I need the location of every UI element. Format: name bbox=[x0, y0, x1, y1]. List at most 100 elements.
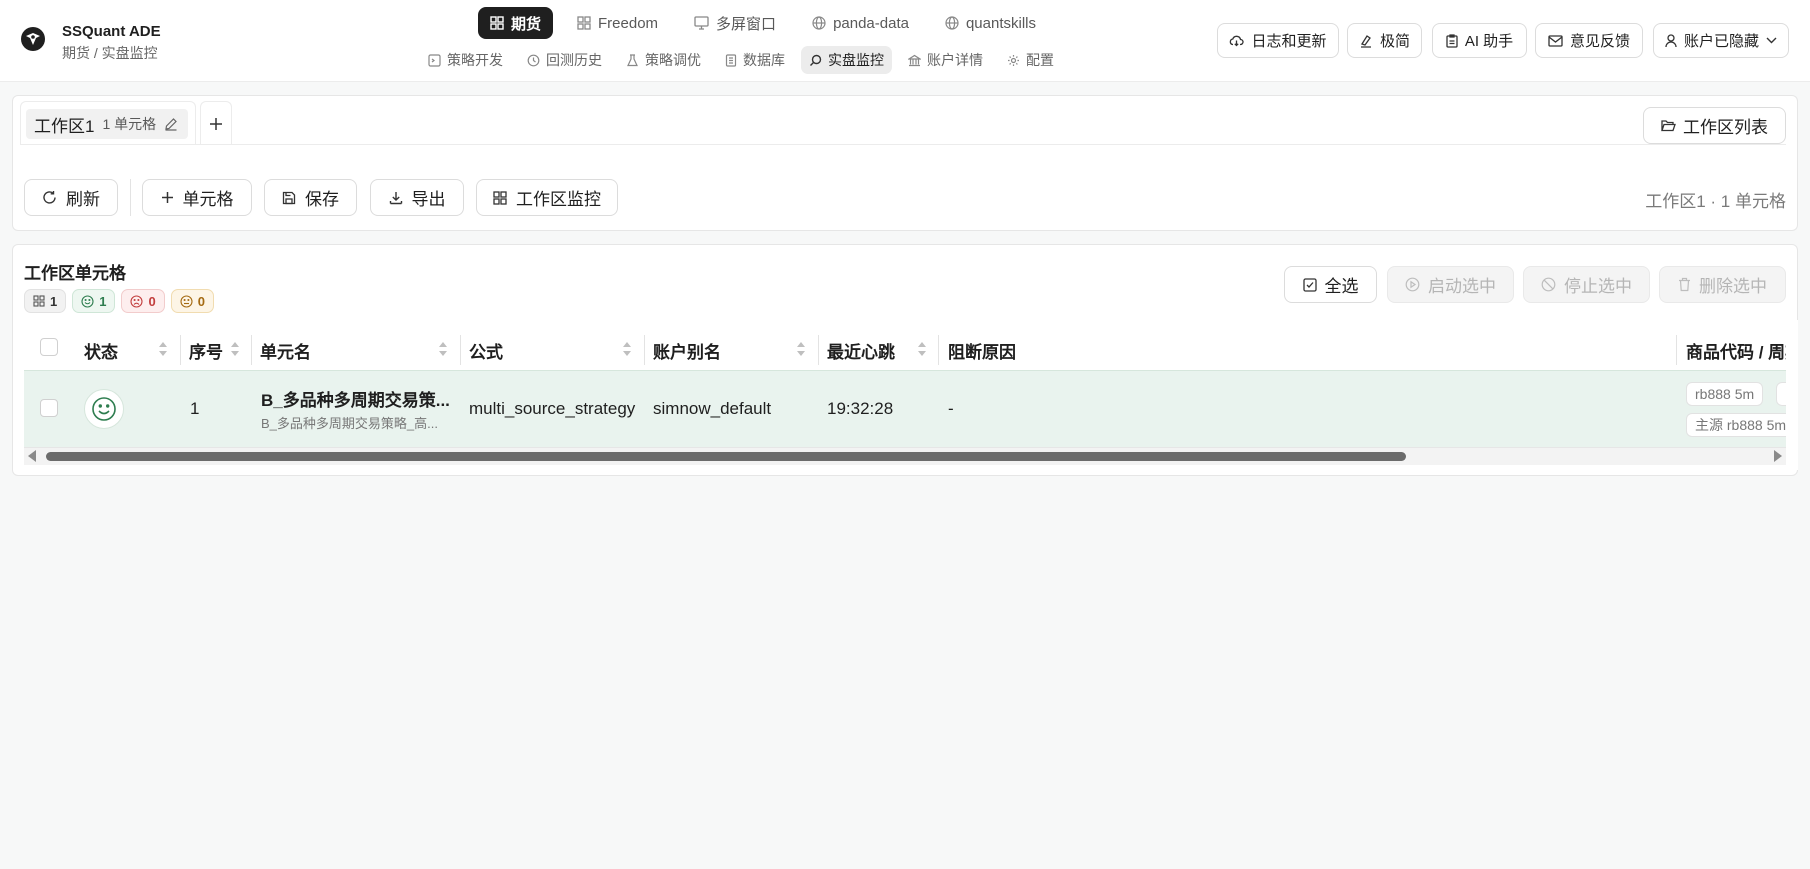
scroll-left-arrow[interactable] bbox=[28, 450, 36, 462]
trash-icon bbox=[1678, 277, 1691, 292]
error-count-badge: 0 bbox=[121, 289, 165, 313]
column-divider[interactable] bbox=[1676, 335, 1677, 365]
flask-icon bbox=[626, 53, 639, 67]
globe-icon bbox=[945, 16, 959, 30]
logs-updates-button[interactable]: 日志和更新 bbox=[1217, 23, 1339, 58]
add-cell-button[interactable]: 单元格 bbox=[142, 179, 252, 216]
subnav-live-monitor[interactable]: 实盘监控 bbox=[801, 46, 892, 74]
export-button[interactable]: 导出 bbox=[370, 179, 464, 216]
col-header-index[interactable]: 序号 bbox=[189, 330, 229, 370]
badge-value: 1 bbox=[99, 293, 107, 309]
column-divider[interactable] bbox=[460, 335, 461, 365]
col-header-block-reason[interactable]: 阻断原因 bbox=[948, 330, 1048, 370]
nav-freedom[interactable]: Freedom bbox=[565, 7, 670, 39]
running-count-badge: 1 bbox=[72, 289, 116, 313]
chevron-down-icon bbox=[1766, 37, 1777, 44]
scrollbar-thumb[interactable] bbox=[46, 452, 1406, 461]
minimal-mode-button[interactable]: 极简 bbox=[1347, 23, 1422, 58]
workspace-monitor-button[interactable]: 工作区监控 bbox=[476, 179, 618, 216]
sort-icon[interactable] bbox=[230, 339, 240, 359]
select-all-label: 全选 bbox=[1324, 277, 1359, 296]
subnav-backtest-history[interactable]: 回测历史 bbox=[519, 46, 610, 74]
nav-label: 期货 bbox=[511, 15, 542, 33]
workspace-tabbar bbox=[12, 95, 1798, 145]
main-nav: 期货 Freedom 多屏窗口 panda-data quantskills bbox=[478, 7, 1048, 39]
select-all-button[interactable]: 全选 bbox=[1284, 266, 1377, 303]
sad-icon bbox=[130, 294, 144, 308]
download-icon bbox=[389, 191, 403, 205]
start-selected-button[interactable]: 启动选中 bbox=[1387, 266, 1514, 303]
col-header-symbol-period[interactable]: 商品代码 / 周期 bbox=[1686, 330, 1786, 370]
workspace-tab-count: 1 单元格 bbox=[102, 116, 157, 132]
select-all-checkbox[interactable] bbox=[40, 338, 58, 356]
col-header-formula[interactable]: 公式 bbox=[469, 330, 529, 370]
neutral-count-badge: 0 bbox=[170, 289, 214, 313]
workspace-monitor-label: 工作区监控 bbox=[516, 190, 601, 209]
nav-label: Freedom bbox=[598, 14, 659, 32]
sort-icon[interactable] bbox=[158, 339, 168, 359]
table-right-edge bbox=[1786, 320, 1798, 470]
badge-value: 0 bbox=[148, 293, 156, 309]
column-divider[interactable] bbox=[938, 335, 939, 365]
app-logo bbox=[20, 26, 46, 52]
save-button[interactable]: 保存 bbox=[264, 179, 357, 216]
status-indicator bbox=[84, 389, 124, 429]
sort-icon[interactable] bbox=[796, 339, 806, 359]
nav-label: quantskills bbox=[965, 14, 1037, 32]
pencil-icon[interactable] bbox=[164, 117, 178, 131]
grid-icon bbox=[33, 295, 45, 307]
subnav-account-details[interactable]: 账户详情 bbox=[900, 46, 991, 74]
col-header-status[interactable]: 状态 bbox=[84, 330, 144, 370]
nav-multiscreen[interactable]: 多屏窗口 bbox=[682, 7, 788, 39]
sort-icon[interactable] bbox=[917, 339, 927, 359]
subnav-strategy-dev[interactable]: 策略开发 bbox=[420, 46, 511, 74]
nav-quantskills[interactable]: quantskills bbox=[933, 7, 1048, 39]
history-icon bbox=[527, 54, 540, 67]
account-menu-button[interactable]: 账户已隐藏 bbox=[1653, 23, 1789, 58]
workspace-list-button[interactable]: 工作区列表 bbox=[1643, 107, 1786, 144]
column-divider[interactable] bbox=[818, 335, 819, 365]
save-label: 保存 bbox=[305, 190, 339, 209]
sort-icon[interactable] bbox=[622, 339, 632, 359]
column-divider[interactable] bbox=[644, 335, 645, 365]
stop-selected-button[interactable]: 停止选中 bbox=[1523, 266, 1650, 303]
delete-selected-button[interactable]: 删除选中 bbox=[1659, 266, 1786, 303]
export-label: 导出 bbox=[411, 190, 446, 209]
refresh-label: 刷新 bbox=[66, 190, 100, 209]
feedback-button[interactable]: 意见反馈 bbox=[1535, 23, 1643, 58]
subnav-config[interactable]: 配置 bbox=[999, 46, 1062, 74]
minimal-mode-label: 极简 bbox=[1379, 33, 1410, 50]
sub-nav: 策略开发 回测历史 策略调优 数据库 实盘监控 账户详情 配置 bbox=[420, 46, 1062, 74]
col-header-heartbeat[interactable]: 最近心跳 bbox=[827, 330, 907, 370]
mail-icon bbox=[1548, 34, 1563, 47]
nav-futures[interactable]: 期货 bbox=[478, 7, 554, 39]
feedback-label: 意见反馈 bbox=[1569, 33, 1630, 50]
subnav-strategy-tuning[interactable]: 策略调优 bbox=[618, 46, 709, 74]
sort-icon[interactable] bbox=[438, 339, 448, 359]
monitor-icon bbox=[694, 16, 709, 30]
ban-icon bbox=[1541, 277, 1556, 292]
cloud-sync-icon bbox=[1229, 34, 1245, 47]
row-account-alias: simnow_default bbox=[653, 399, 772, 418]
neutral-face-icon bbox=[180, 294, 193, 308]
column-divider[interactable] bbox=[180, 335, 181, 365]
col-header-cell-name[interactable]: 单元名 bbox=[260, 330, 360, 370]
row-checkbox[interactable] bbox=[40, 399, 58, 417]
add-workspace-tab-button[interactable] bbox=[200, 101, 232, 145]
ai-assistant-button[interactable]: AI 助手 bbox=[1432, 23, 1527, 58]
workspace-tab[interactable]: 工作区1 1 单元格 bbox=[26, 109, 189, 139]
database-icon bbox=[725, 53, 737, 67]
toolbar-divider bbox=[130, 179, 131, 216]
gear-icon bbox=[1007, 54, 1020, 67]
subnav-database[interactable]: 数据库 bbox=[717, 46, 793, 74]
nav-panda-data[interactable]: panda-data bbox=[800, 7, 921, 39]
subnav-label: 数据库 bbox=[743, 52, 785, 68]
plus-icon bbox=[161, 191, 174, 204]
scroll-right-arrow[interactable] bbox=[1774, 450, 1782, 462]
row-cell-subtitle: B_多品种多周期交易策略_高... bbox=[261, 416, 438, 431]
refresh-button[interactable]: 刷新 bbox=[24, 179, 118, 216]
col-header-account-alias[interactable]: 账户别名 bbox=[653, 330, 753, 370]
play-icon bbox=[1405, 277, 1420, 292]
column-divider[interactable] bbox=[251, 335, 252, 365]
workspace-summary: 工作区1 · 1 单元格 bbox=[1645, 192, 1786, 211]
